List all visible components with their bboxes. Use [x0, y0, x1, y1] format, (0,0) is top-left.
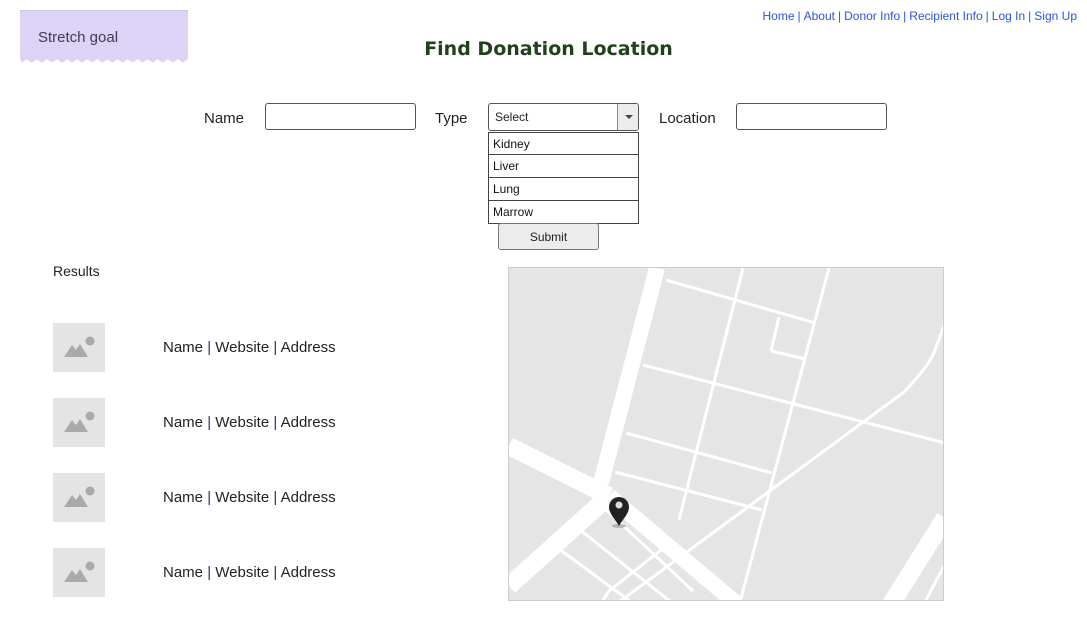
submit-button[interactable]: Submit [498, 223, 599, 250]
nav-separator: | [903, 9, 907, 23]
location-input[interactable] [736, 103, 887, 130]
image-placeholder-icon [64, 486, 95, 507]
result-separator: | [207, 339, 212, 356]
result-website[interactable]: Website [215, 489, 269, 506]
result-separator: | [207, 489, 212, 506]
nav-link-sign-up[interactable]: Sign Up [1034, 9, 1077, 23]
result-separator: | [273, 414, 278, 431]
page-title: Find Donation Location [424, 38, 673, 60]
type-select-value: Select [495, 110, 529, 124]
type-option-lung[interactable]: Lung [488, 178, 639, 201]
type-label: Type [435, 110, 468, 127]
map-road [593, 268, 665, 486]
map-road [883, 513, 943, 600]
result-address: Address [280, 414, 336, 431]
nav-link-home[interactable]: Home [762, 9, 794, 23]
result-details: Name | Website | Address [163, 339, 336, 356]
result-item[interactable]: Name | Website | Address [53, 398, 353, 448]
dropdown-toggle[interactable] [617, 104, 638, 130]
type-option-kidney[interactable]: Kidney [488, 132, 639, 155]
result-website[interactable]: Website [215, 339, 269, 356]
type-option-marrow[interactable]: Marrow [488, 201, 639, 224]
result-website[interactable]: Website [215, 564, 269, 581]
result-address: Address [280, 339, 336, 356]
map-road [509, 437, 614, 505]
name-input[interactable] [265, 103, 416, 130]
result-website[interactable]: Website [215, 414, 269, 431]
result-separator: | [273, 564, 278, 581]
result-thumbnail [53, 548, 105, 597]
result-thumbnail [53, 323, 105, 372]
result-separator: | [273, 489, 278, 506]
result-details: Name | Website | Address [163, 414, 336, 431]
result-name[interactable]: Name [163, 414, 203, 431]
result-address: Address [280, 489, 336, 506]
map-roads [509, 268, 943, 600]
image-placeholder-icon [64, 411, 95, 432]
result-item[interactable]: Name | Website | Address [53, 323, 353, 373]
result-item[interactable]: Name | Website | Address [53, 473, 353, 523]
result-details: Name | Website | Address [163, 564, 336, 581]
image-placeholder-icon [64, 561, 95, 582]
location-label: Location [659, 110, 716, 127]
result-thumbnail [53, 473, 105, 522]
type-select[interactable]: Select [488, 103, 639, 131]
nav-link-donor-info[interactable]: Donor Info [844, 9, 900, 23]
result-separator: | [273, 339, 278, 356]
nav-link-about[interactable]: About [804, 9, 835, 23]
result-name[interactable]: Name [163, 339, 203, 356]
top-navigation: Home | About | Donor Info | Recipient Info | Log… [762, 9, 1077, 23]
map-view[interactable] [508, 267, 944, 601]
results-heading: Results [53, 263, 100, 279]
type-option-liver[interactable]: Liver [488, 155, 639, 178]
result-name[interactable]: Name [163, 489, 203, 506]
nav-separator: | [985, 9, 989, 23]
chevron-down-icon [625, 115, 633, 119]
name-label: Name [204, 110, 245, 127]
nav-separator: | [797, 9, 801, 23]
map-road [603, 489, 743, 600]
result-separator: | [207, 564, 212, 581]
map-pin-icon [609, 497, 629, 528]
nav-separator: | [837, 9, 842, 23]
result-thumbnail [53, 398, 105, 447]
type-dropdown-list: Kidney Liver Lung Marrow [488, 132, 639, 224]
image-placeholder-icon [64, 336, 95, 357]
result-item[interactable]: Name | Website | Address [53, 548, 353, 598]
nav-separator: | [1028, 9, 1032, 23]
result-details: Name | Website | Address [163, 489, 336, 506]
nav-link-recipient-info[interactable]: Recipient Info [909, 9, 982, 23]
nav-link-log-in[interactable]: Log In [992, 9, 1025, 23]
result-separator: | [207, 414, 212, 431]
result-address: Address [280, 564, 336, 581]
result-name[interactable]: Name [163, 564, 203, 581]
